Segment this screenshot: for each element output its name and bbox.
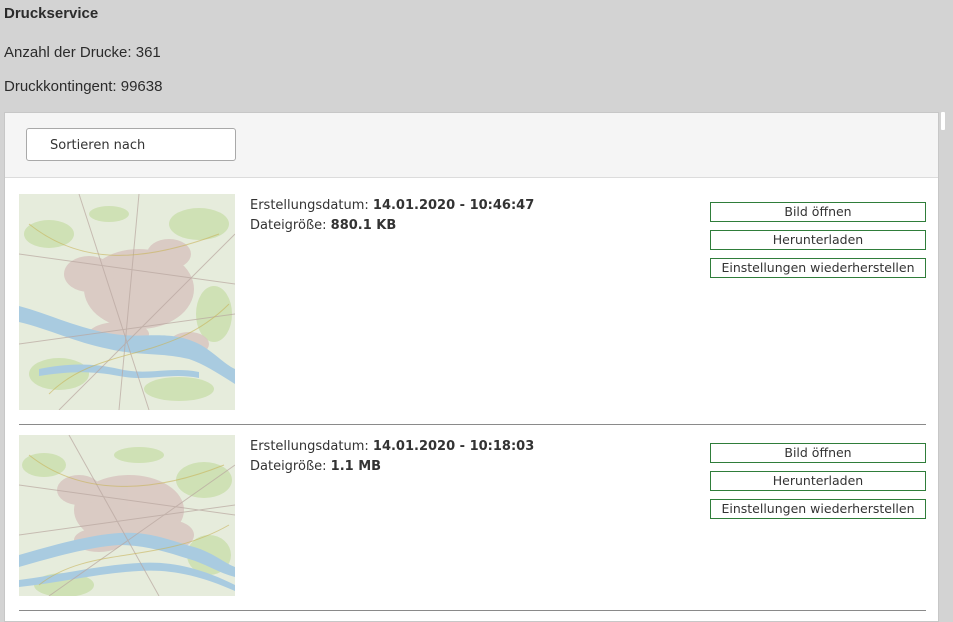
creation-date-row: Erstellungsdatum: 14.01.2020 - 10:46:47 bbox=[250, 196, 534, 216]
print-count: Anzahl der Drucke: 361 bbox=[4, 44, 161, 61]
sort-toolbar: Sortieren nach bbox=[5, 113, 938, 178]
file-size-row: Dateigröße: 1.1 MB bbox=[250, 457, 534, 477]
creation-date-value: 14.01.2020 - 10:46:47 bbox=[372, 198, 535, 213]
creation-date-value: 14.01.2020 - 10:18:03 bbox=[372, 439, 535, 454]
map-thumbnail[interactable] bbox=[19, 435, 235, 596]
file-size-value: 880.1 KB bbox=[330, 218, 397, 233]
creation-date-label: Erstellungsdatum: bbox=[250, 198, 369, 213]
download-button[interactable]: Herunterladen bbox=[710, 230, 926, 250]
print-quota: Druckkontingent: 99638 bbox=[4, 78, 163, 95]
file-size-label: Dateigröße: bbox=[250, 218, 327, 233]
print-actions: Bild öffnen Herunterladen Einstellungen … bbox=[710, 443, 926, 527]
file-size-value: 1.1 MB bbox=[330, 459, 382, 474]
open-image-button[interactable]: Bild öffnen bbox=[710, 202, 926, 222]
open-image-button[interactable]: Bild öffnen bbox=[710, 443, 926, 463]
restore-settings-button[interactable]: Einstellungen wiederherstellen bbox=[710, 258, 926, 278]
item-divider bbox=[19, 610, 926, 611]
download-button[interactable]: Herunterladen bbox=[710, 471, 926, 491]
creation-date-label: Erstellungsdatum: bbox=[250, 439, 369, 454]
print-list-item: Erstellungsdatum: 14.01.2020 - 10:46:47 … bbox=[19, 178, 926, 410]
map-thumbnail[interactable] bbox=[19, 194, 235, 410]
print-list-panel: Sortieren nach Erstellungsdatum: 14.01.2… bbox=[4, 112, 939, 622]
print-list-item: Erstellungsdatum: 14.01.2020 - 10:18:03 … bbox=[19, 419, 926, 621]
scrollbar-thumb[interactable] bbox=[941, 112, 945, 130]
print-actions: Bild öffnen Herunterladen Einstellungen … bbox=[710, 202, 926, 286]
page-title: Druckservice bbox=[4, 5, 99, 22]
sort-button[interactable]: Sortieren nach bbox=[26, 128, 236, 161]
file-size-row: Dateigröße: 880.1 KB bbox=[250, 216, 534, 236]
creation-date-row: Erstellungsdatum: 14.01.2020 - 10:18:03 bbox=[250, 437, 534, 457]
print-metadata: Erstellungsdatum: 14.01.2020 - 10:18:03 … bbox=[250, 437, 534, 477]
print-metadata: Erstellungsdatum: 14.01.2020 - 10:46:47 … bbox=[250, 196, 534, 236]
file-size-label: Dateigröße: bbox=[250, 459, 327, 474]
restore-settings-button[interactable]: Einstellungen wiederherstellen bbox=[710, 499, 926, 519]
